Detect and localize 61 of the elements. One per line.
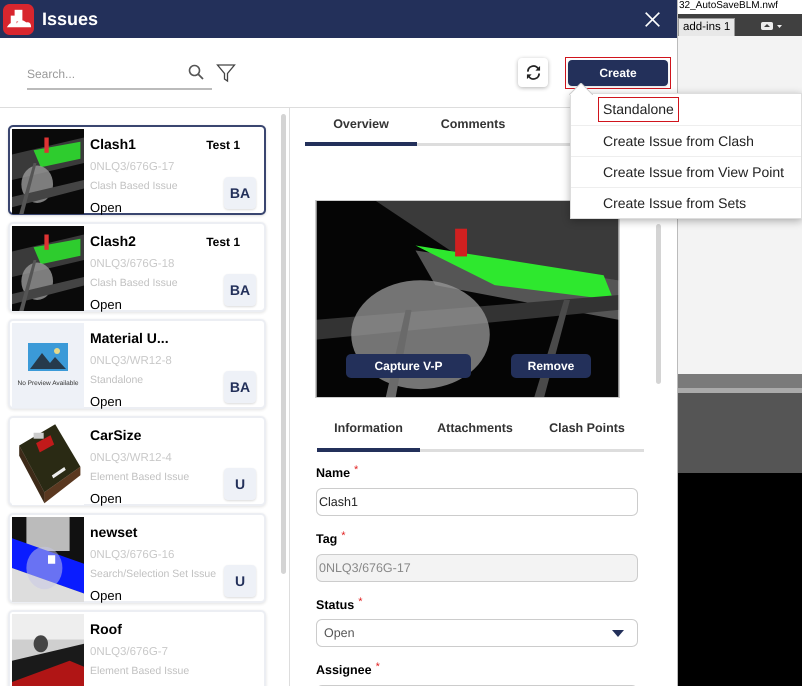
- search-field[interactable]: Search...: [27, 60, 212, 90]
- issue-type: Clash Based Issue: [90, 179, 178, 194]
- required-mark: *: [376, 661, 380, 674]
- menu-item[interactable]: Create Issue from Sets: [598, 190, 752, 216]
- capture-button[interactable]: Capture V-P: [346, 354, 471, 378]
- tab[interactable]: Overview: [305, 114, 417, 146]
- caret-icon: [612, 630, 624, 637]
- refresh-button[interactable]: [518, 58, 548, 87]
- issue-status: Open: [90, 393, 123, 411]
- issue-name: Clash1: [90, 135, 136, 154]
- issue-status: Open: [90, 199, 123, 217]
- filter-icon[interactable]: [216, 62, 236, 82]
- clash-test-label: Test 1: [206, 234, 240, 250]
- assignee-badge: U: [224, 468, 256, 500]
- field-label: Assignee: [316, 662, 372, 680]
- required-mark: *: [358, 596, 362, 608]
- input-field[interactable]: Clash1: [316, 488, 638, 516]
- issue-type: Search/Selection Set Issue: [90, 567, 216, 582]
- field-label: Tag: [316, 530, 338, 548]
- issue-type: Element Based Issue: [90, 664, 190, 680]
- scrollbar-thumb[interactable]: [656, 224, 661, 384]
- issue-status: Open: [90, 490, 123, 508]
- assignee-badge: BA: [224, 274, 256, 306]
- assignee-badge: BA: [224, 371, 256, 403]
- issue-name: newset: [90, 523, 138, 542]
- issue-name: Clash2: [90, 232, 136, 251]
- tab[interactable]: Comments: [417, 114, 529, 146]
- menu-item[interactable]: Create Issue from Clash: [598, 128, 759, 154]
- field-label: Name: [316, 465, 350, 482]
- menu-item[interactable]: Standalone: [598, 97, 679, 122]
- ribbon-tab[interactable]: add-ins 1: [678, 18, 736, 36]
- search-icon[interactable]: [188, 64, 204, 80]
- logo-icon: [3, 4, 34, 34]
- issue-type: Element Based Issue: [90, 470, 190, 486]
- required-mark: *: [354, 464, 358, 476]
- tab[interactable]: Information: [317, 416, 420, 452]
- issue-status: Open: [90, 587, 123, 605]
- image-placeholder-icon: [28, 342, 68, 371]
- assignee-badge: U: [224, 565, 256, 597]
- file-title: 32_AutoSaveBLM.nwf: [679, 0, 778, 12]
- issue-type: Clash Based Issue: [90, 276, 178, 292]
- issue-status: Open: [90, 296, 123, 314]
- remove-button[interactable]: Remove: [511, 354, 591, 378]
- clash-test-label: Test 1: [206, 136, 240, 154]
- issue-name: Roof: [90, 620, 122, 639]
- refresh-icon: [526, 65, 540, 80]
- issue-name: CarSize: [90, 426, 142, 445]
- required-mark: *: [341, 530, 346, 542]
- menu-item[interactable]: Create Issue from View Point: [598, 160, 790, 184]
- tab[interactable]: Attachments: [420, 416, 530, 452]
- status-dropdown[interactable]: Open: [316, 619, 638, 648]
- window-title: Issues: [42, 8, 98, 30]
- scrollbar-thumb[interactable]: [281, 114, 286, 574]
- tab[interactable]: Clash Points: [530, 416, 644, 452]
- create-button[interactable]: Create: [568, 60, 668, 86]
- issue-name: Material U...: [90, 329, 169, 348]
- field-label: Status: [316, 596, 354, 614]
- close-icon[interactable]: [644, 10, 661, 28]
- toolbar-toggle-icon[interactable]: [761, 22, 784, 30]
- assignee-badge: BA: [224, 177, 256, 209]
- issue-type: Standalone: [90, 373, 144, 388]
